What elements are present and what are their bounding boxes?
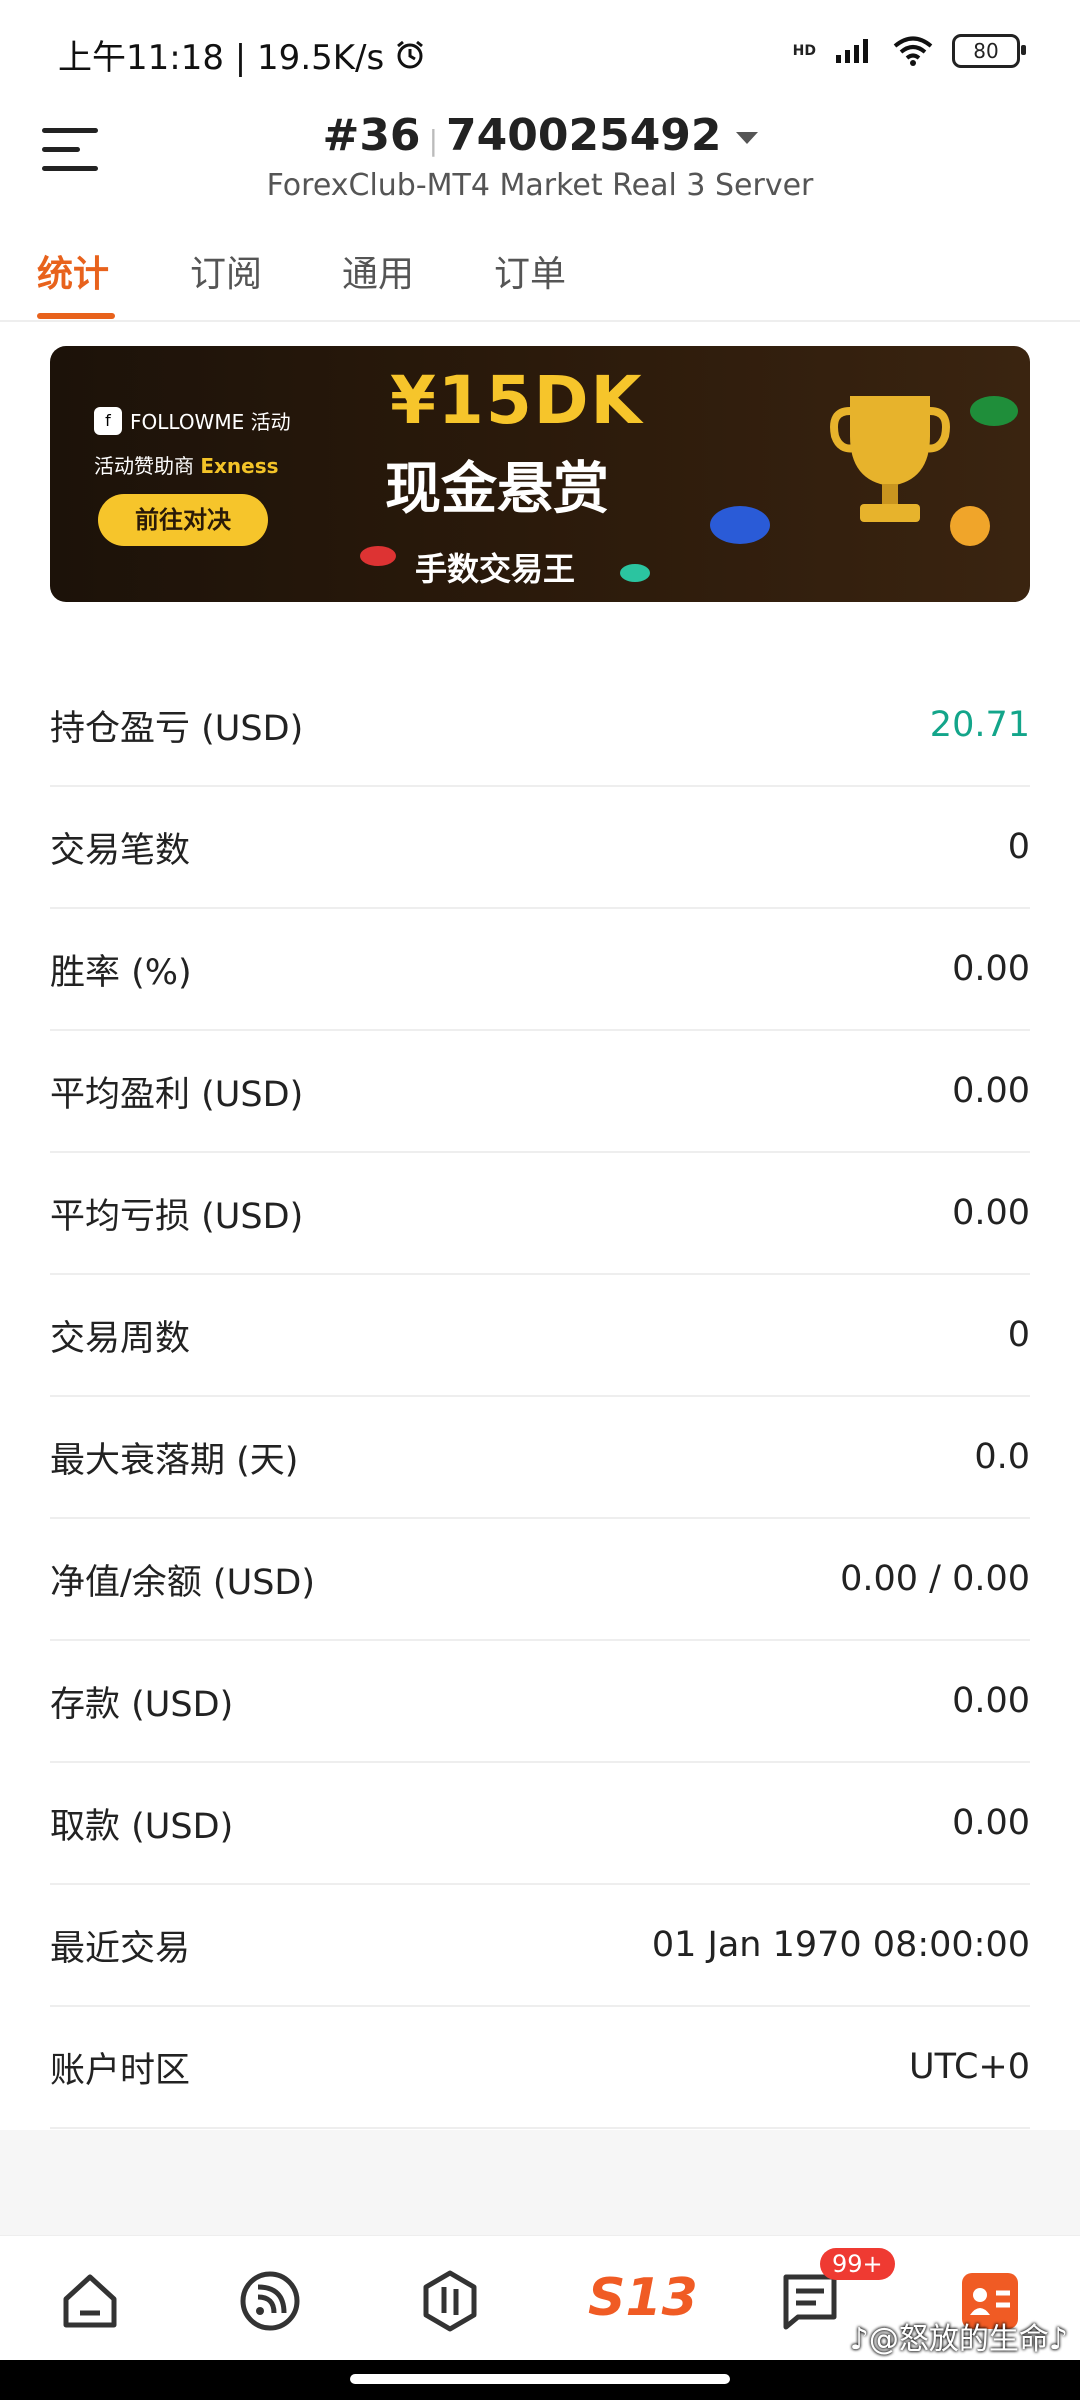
banner-sponsor: 活动赞助商 Exness: [94, 454, 279, 478]
stat-row-trade-count: 交易笔数 0: [50, 787, 1030, 909]
tab-subscriptions[interactable]: 订阅: [190, 245, 262, 297]
alarm-icon: [397, 40, 424, 68]
status-icons: HD 80: [792, 34, 1026, 68]
unread-badge: 99+: [820, 2248, 895, 2280]
trade-icon: [423, 2270, 477, 2332]
stat-row-timezone: 账户时区 UTC+0: [50, 2007, 1030, 2129]
tab-statistics[interactable]: 统计: [37, 245, 109, 297]
signal-icon: [836, 39, 868, 63]
status-bar: 上午11:18 | 19.5K/s HD 80: [0, 0, 1080, 100]
banner-subheadline: 现金悬赏: [385, 457, 609, 522]
stat-row-avg-loss: 平均亏损 (USD) 0.00: [50, 1153, 1030, 1275]
gesture-bar[interactable]: [0, 2360, 1080, 2400]
nav-feed[interactable]: [235, 2266, 305, 2336]
hd-icon: HD: [792, 43, 816, 59]
stat-row-equity-balance: 净值/余额 (USD) 0.00 / 0.00: [50, 1519, 1030, 1641]
stat-row-max-drawdown-period: 最大衰落期 (天) 0.0: [50, 1397, 1030, 1519]
trophy-icon: [830, 396, 950, 522]
promo-banner[interactable]: f FOLLOWME 活动 活动赞助商 Exness 前往对决 ¥15DK 现金…: [50, 346, 1030, 602]
nav-home[interactable]: [55, 2266, 125, 2336]
server-name: ForexClub-MT4 Market Real 3 Server: [266, 168, 814, 203]
followme-logo-icon: f: [94, 406, 122, 435]
banner-headline: ¥15DK: [390, 362, 644, 439]
coin-icon: [360, 546, 396, 566]
content-bottom-spacer: [0, 2130, 1080, 2235]
stat-row-win-rate: 胜率 (%) 0.00: [50, 909, 1030, 1031]
coin-icon: [950, 506, 990, 546]
tab-active-indicator: [37, 313, 115, 319]
bottom-nav: S13 99+ ♪@怒放的生命♪: [0, 2235, 1080, 2361]
watermark: ♪@怒放的生命♪: [849, 2322, 1068, 2357]
stat-row-avg-profit: 平均盈利 (USD) 0.00: [50, 1031, 1030, 1153]
coin-icon: [620, 564, 650, 582]
battery-icon: 80: [952, 34, 1026, 68]
stat-row-trading-weeks: 交易周数 0: [50, 1275, 1030, 1397]
stat-row-withdrawals: 取款 (USD) 0.00: [50, 1763, 1030, 1885]
stats-list: 持仓盈亏 (USD) 20.71 交易笔数 0 胜率 (%) 0.00 平均盈利…: [50, 665, 1030, 2129]
wifi-icon: [893, 36, 933, 66]
stat-row-last-trade: 最近交易 01 Jan 1970 08:00:00: [50, 1885, 1030, 2007]
stat-row-deposits: 存款 (USD) 0.00: [50, 1641, 1030, 1763]
account-index: #36: [322, 110, 421, 161]
tab-bar: 统计 订阅 通用 订单: [0, 225, 1080, 322]
banner-caption: 手数交易王: [415, 550, 576, 588]
account-number: 740025492: [446, 110, 722, 161]
tab-orders[interactable]: 订单: [494, 245, 566, 297]
rss-icon: [240, 2271, 300, 2331]
tab-general[interactable]: 通用: [342, 245, 414, 297]
home-icon: [63, 2274, 117, 2328]
chevron-down-icon: [735, 132, 758, 144]
coin-icon: [710, 506, 770, 544]
nav-s13[interactable]: S13: [588, 2268, 698, 2328]
status-time: 上午11:18 | 19.5K/s: [58, 30, 426, 79]
header: #36 | 740025492 ForexClub-MT4 Market Real …: [0, 100, 1080, 220]
stat-row-floating-pnl: 持仓盈亏 (USD) 20.71: [50, 665, 1030, 787]
account-selector[interactable]: #36 | 740025492: [0, 110, 1080, 161]
nav-trade[interactable]: [415, 2266, 485, 2336]
banner-brand: f FOLLOWME 活动: [94, 406, 291, 435]
coin-icon: [970, 396, 1018, 426]
banner-cta-button[interactable]: 前往对决: [98, 494, 268, 546]
